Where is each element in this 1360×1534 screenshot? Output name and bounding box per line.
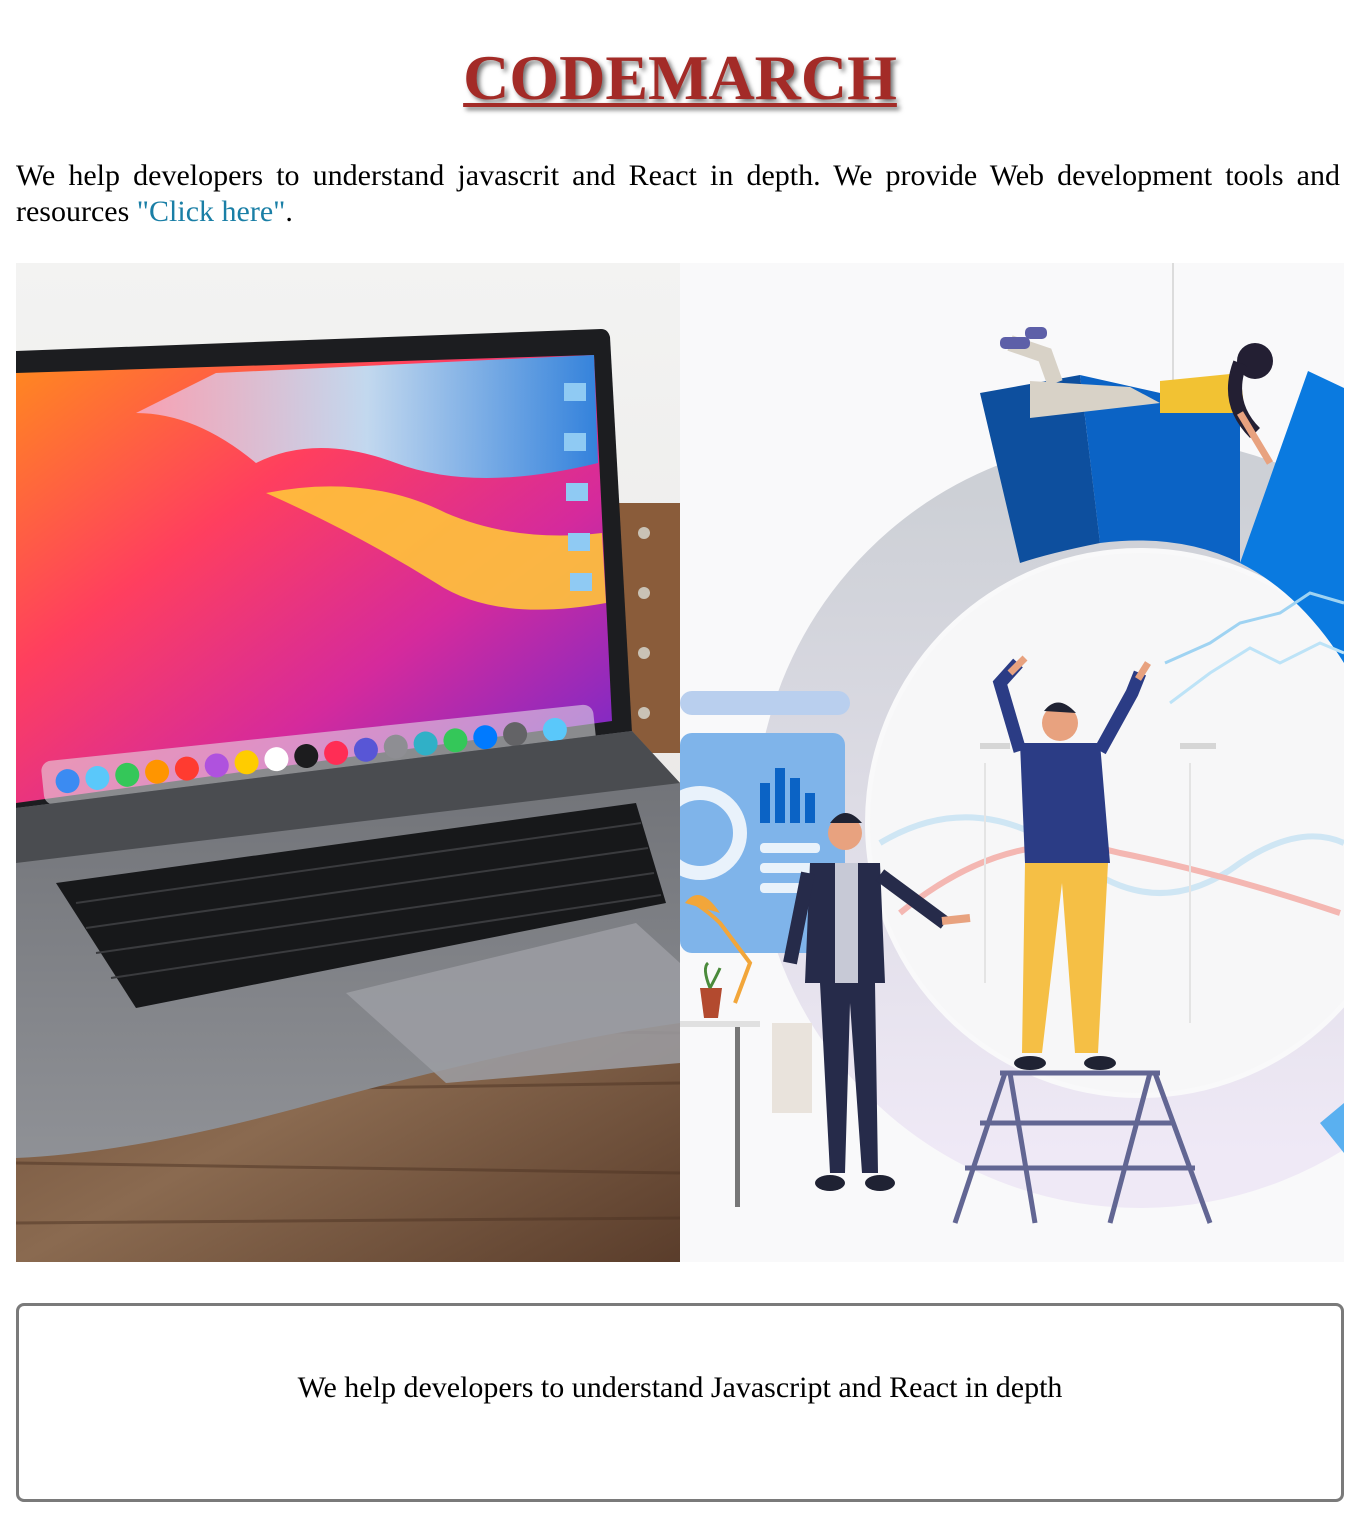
intro-trailing: . xyxy=(285,195,293,228)
laptop-photo xyxy=(16,263,680,1262)
click-here-link[interactable]: "Click here" xyxy=(137,195,286,228)
team-analytics-illustration xyxy=(680,263,1344,1262)
intro-paragraph: We help developers to understand javascr… xyxy=(16,158,1340,230)
image-gallery xyxy=(16,263,1344,1262)
page-title: CODEMARCH xyxy=(463,42,897,113)
info-box: We help developers to understand Javascr… xyxy=(16,1303,1344,1502)
info-box-text: We help developers to understand Javascr… xyxy=(297,1371,1063,1404)
